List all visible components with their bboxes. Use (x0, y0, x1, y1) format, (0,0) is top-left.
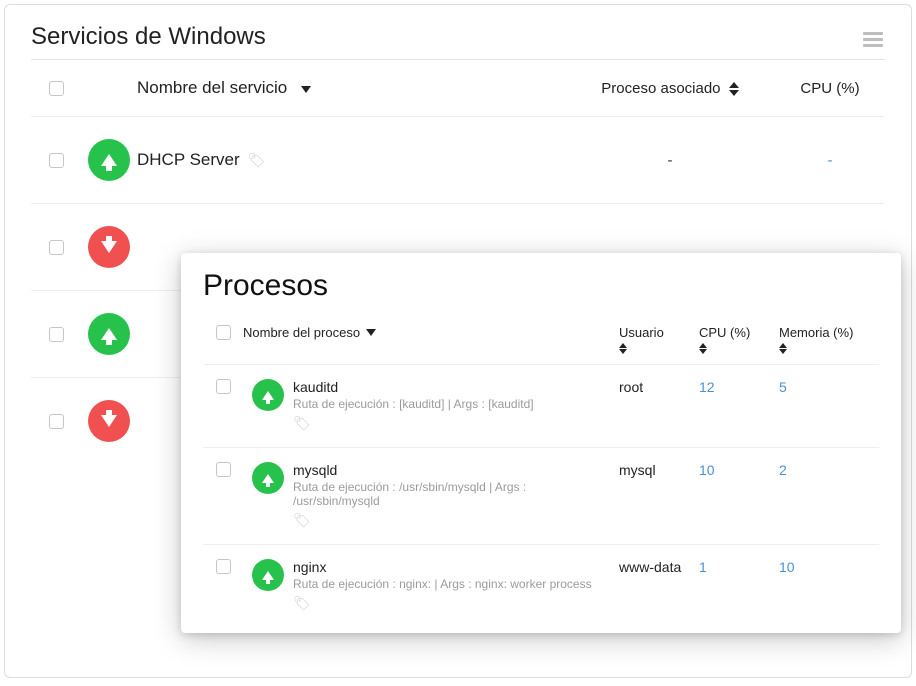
sort-icon (699, 343, 707, 354)
status-down-icon (88, 226, 130, 268)
col-mem-label: Memoria (%) (779, 325, 853, 340)
process-row: nginx Ruta de ejecución : nginx: | Args … (203, 545, 879, 627)
caret-down-icon (366, 329, 376, 336)
col-service-name-label: Nombre del servicio (137, 78, 287, 98)
menu-icon[interactable] (863, 29, 883, 50)
process-user: root (619, 379, 699, 395)
status-down-icon (88, 400, 130, 442)
row-checkbox[interactable] (216, 462, 231, 477)
col-associated-process[interactable]: Proceso asociado (565, 80, 775, 97)
select-all-checkbox[interactable] (216, 325, 231, 340)
tag-icon[interactable]: 🏷 (293, 512, 311, 528)
col-user[interactable]: Usuario (619, 325, 699, 354)
process-memory[interactable]: 2 (779, 462, 879, 478)
row-checkbox[interactable] (49, 327, 64, 342)
col-cpu-label: CPU (%) (800, 80, 859, 97)
processes-panel: Procesos Nombre del proceso Usuario CPU … (181, 253, 901, 633)
proc-value: - (668, 152, 673, 169)
process-row: kauditd Ruta de ejecución : [kauditd] | … (203, 365, 879, 448)
services-title: Servicios de Windows (31, 23, 885, 51)
sort-icon (779, 343, 787, 354)
tag-icon[interactable]: 🏷 (293, 415, 311, 431)
status-up-icon (88, 313, 130, 355)
row-checkbox[interactable] (216, 559, 231, 574)
process-name[interactable]: nginx (293, 559, 609, 575)
status-up-icon (252, 462, 284, 494)
col-cpu-label: CPU (%) (699, 325, 750, 340)
row-checkbox[interactable] (216, 379, 231, 394)
process-path: Ruta de ejecución : /usr/sbin/mysqld | A… (293, 480, 609, 508)
tag-icon[interactable]: 🏷 (293, 595, 311, 611)
col-service-name[interactable]: Nombre del servicio (137, 78, 565, 98)
row-checkbox[interactable] (49, 240, 64, 255)
process-cpu[interactable]: 1 (699, 559, 779, 575)
tag-icon[interactable]: 🏷 (248, 152, 266, 169)
process-name[interactable]: kauditd (293, 379, 609, 395)
col-proc-label: Proceso asociado (601, 80, 720, 97)
process-path: Ruta de ejecución : nginx: | Args : ngin… (293, 577, 609, 591)
services-table-header: Nombre del servicio Proceso asociado CPU… (31, 60, 885, 117)
col-memory[interactable]: Memoria (%) (779, 325, 879, 354)
col-user-label: Usuario (619, 325, 664, 340)
process-name[interactable]: mysqld (293, 462, 609, 478)
process-memory[interactable]: 10 (779, 559, 879, 575)
process-user: mysql (619, 462, 699, 478)
process-row: mysqld Ruta de ejecución : /usr/sbin/mys… (203, 448, 879, 545)
col-process-name[interactable]: Nombre del proceso (243, 325, 619, 340)
service-row: DHCP Server 🏷 - - (31, 117, 885, 204)
process-path: Ruta de ejecución : [kauditd] | Args : [… (293, 397, 609, 411)
services-panel: Servicios de Windows Nombre del servicio… (4, 4, 912, 678)
sort-icon (619, 343, 627, 354)
processes-table-header: Nombre del proceso Usuario CPU (%) Memor… (203, 315, 879, 365)
process-user: www-data (619, 559, 699, 575)
select-all-checkbox[interactable] (49, 81, 64, 96)
status-up-icon (252, 559, 284, 591)
status-up-icon (88, 139, 130, 181)
process-memory[interactable]: 5 (779, 379, 879, 395)
process-cpu[interactable]: 12 (699, 379, 779, 395)
service-name[interactable]: DHCP Server (137, 150, 240, 170)
process-cpu[interactable]: 10 (699, 462, 779, 478)
caret-down-icon (301, 86, 311, 93)
processes-title: Procesos (203, 269, 879, 303)
col-cpu[interactable]: CPU (%) (775, 80, 885, 97)
row-checkbox[interactable] (49, 414, 64, 429)
col-cpu[interactable]: CPU (%) (699, 325, 779, 354)
status-up-icon (252, 379, 284, 411)
col-process-name-label: Nombre del proceso (243, 325, 360, 340)
row-checkbox[interactable] (49, 153, 64, 168)
cpu-value[interactable]: - (828, 152, 833, 169)
